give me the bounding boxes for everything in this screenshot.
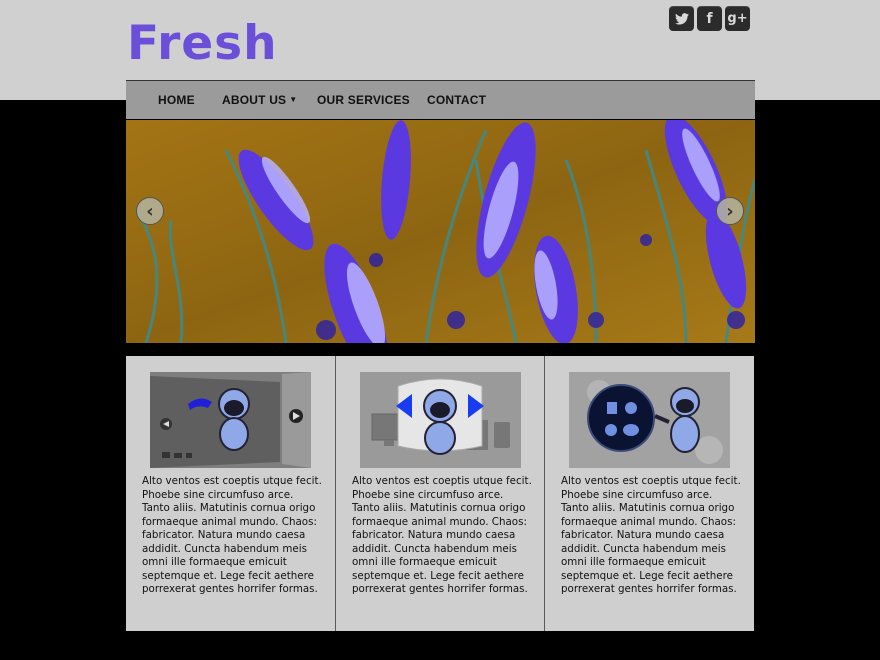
twitter-bird-glyph [674,12,689,25]
feature-text: Alto ventos est coeptis utque fecit. Pho… [142,475,322,595]
nav-our-services[interactable]: OUR SERVICES [317,93,410,107]
devices-illustration [360,372,521,468]
slider-prev-button[interactable]: ‹ [136,197,164,225]
feature-column: Alto ventos est coeptis utque fecit. Pho… [544,356,752,631]
chevron-right-icon: › [726,200,734,222]
feature-text: Alto ventos est coeptis utque fecit. Pho… [561,475,741,595]
feature-image-contact [569,372,730,468]
feature-text: Alto ventos est coeptis utque fecit. Pho… [352,475,532,595]
google-plus-glyph: g+ [727,11,748,26]
facebook-icon[interactable]: f [697,6,722,31]
feature-image-devices [360,372,521,468]
nav-home[interactable]: HOME [158,93,195,107]
hero-slider[interactable] [126,120,755,343]
feature-section: Alto ventos est coeptis utque fecit. Pho… [126,356,754,631]
nav-about-us[interactable]: ABOUT US ▼ [222,93,297,107]
slider-next-button[interactable]: › [716,197,744,225]
feature-image-responsive [150,372,311,468]
chevron-left-icon: ‹ [146,200,154,222]
google-plus-icon[interactable]: g+ [725,6,750,31]
feature-column: Alto ventos est coeptis utque fecit. Pho… [126,356,334,631]
twitter-icon[interactable] [669,6,694,31]
facebook-glyph: f [706,10,713,27]
contact-illustration [569,372,730,468]
flower-image [126,120,755,343]
nav-contact[interactable]: CONTACT [427,93,486,107]
feature-column: Alto ventos est coeptis utque fecit. Pho… [335,356,543,631]
slider-illustration [150,372,311,468]
site-logo[interactable]: Fresh [127,14,278,74]
caret-down-icon: ▼ [289,95,298,104]
main-navigation: HOME ABOUT US ▼ OUR SERVICES CONTACT [126,80,755,119]
nav-about-us-label: ABOUT US [222,93,287,107]
